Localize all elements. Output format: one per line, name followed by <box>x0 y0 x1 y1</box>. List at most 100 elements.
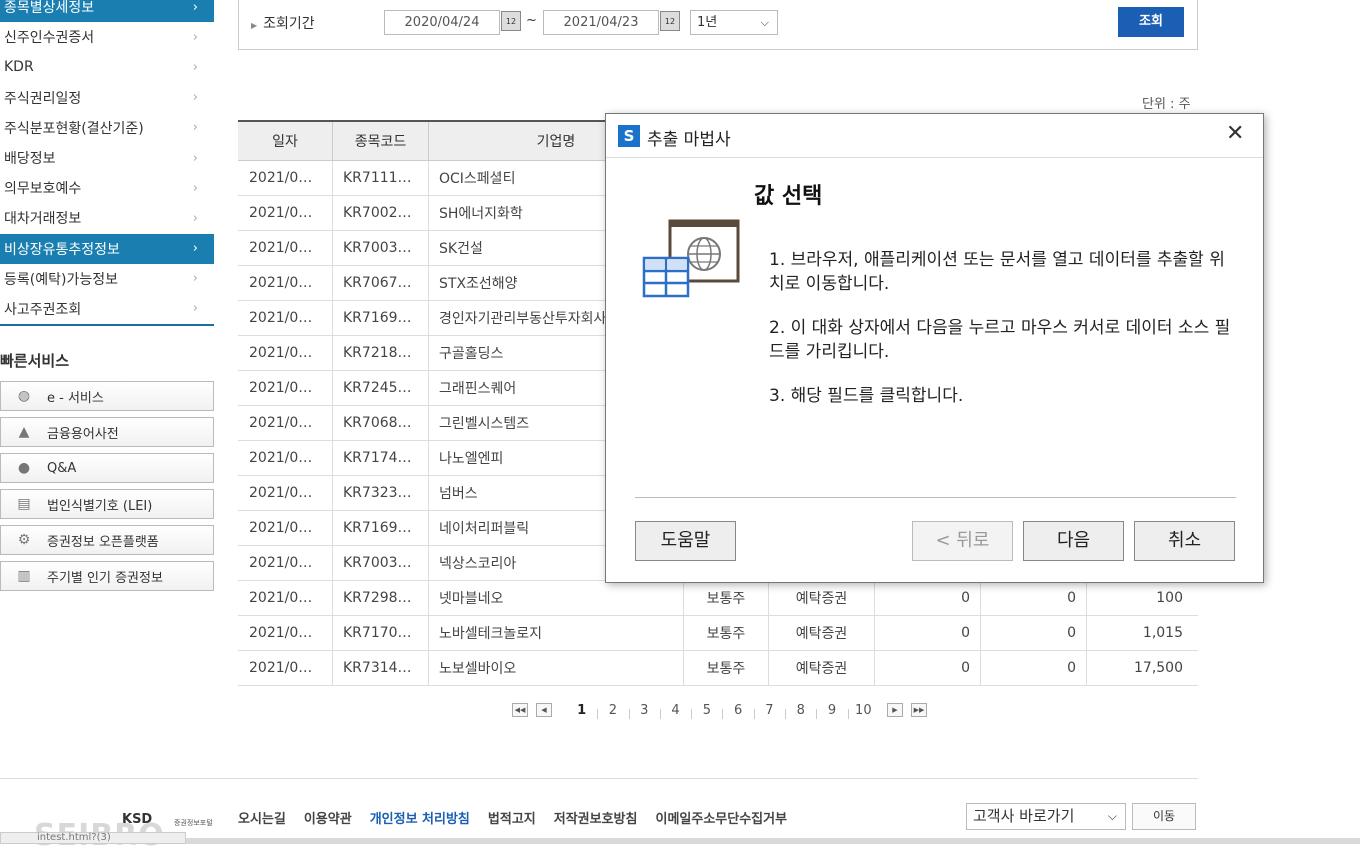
page-number[interactable]: 9 <box>816 703 847 719</box>
status-tab: intest.html?(3) <box>0 832 186 844</box>
next-page-icon[interactable]: ▶ <box>886 703 903 717</box>
quick-lei-button[interactable]: ▤ 법인식별기호 (LEI) <box>0 489 214 519</box>
column-header-code[interactable]: 종목코드 <box>333 122 429 160</box>
back-button[interactable]: < 뒤로 <box>912 521 1013 561</box>
sidebar-item-label: 주식분포현황(결산기준) <box>4 120 144 137</box>
table-cell: KR7170… <box>333 616 429 650</box>
footer-link-copyright[interactable]: 저작권보호방침 <box>554 808 638 827</box>
table-row[interactable]: 2021/0… KR7298… 넷마블네오 보통주 예탁증권 0 0 100 <box>238 581 1198 616</box>
chevron-right-icon: › <box>192 90 198 106</box>
close-icon[interactable]: ✕ <box>1226 122 1244 146</box>
first-page-icon[interactable]: ◀◀ <box>512 703 528 717</box>
table-cell: 2021/0… <box>238 161 333 195</box>
table-row[interactable]: 2021/0… KR7170… 노바셀테크놀로지 보통주 예탁증권 0 0 1,015 <box>238 616 1198 651</box>
page-number[interactable]: 3 <box>628 703 660 719</box>
quick-service-label: e - 서비스 <box>47 390 104 406</box>
period-select[interactable]: 1년 ⌵ <box>690 10 778 35</box>
calendar-icon[interactable]: 12 <box>660 11 680 31</box>
next-button[interactable]: 다음 <box>1023 521 1124 561</box>
footer-link-terms[interactable]: 이용약관 <box>304 808 352 827</box>
end-date-input[interactable]: 2021/04/23 <box>543 10 659 35</box>
quick-service-label: 금융용어사전 <box>47 426 119 442</box>
table-cell: 보통주 <box>684 651 769 685</box>
unit-label: 단위 : 주 <box>1142 97 1191 112</box>
sidebar-item-rights-certificate[interactable]: 신주인수권증서 › <box>0 22 214 52</box>
quick-glossary-button[interactable]: ▲ 금융용어사전 <box>0 417 214 447</box>
sidebar-item-unlisted-trading[interactable]: 비상장유통추정정보 › <box>0 233 214 264</box>
table-cell: KR7314… <box>333 651 429 685</box>
sidebar-item-kdr[interactable]: KDR › <box>0 52 214 82</box>
sidebar-item-lockup[interactable]: 의무보호예수 › <box>0 173 214 203</box>
page-number[interactable]: 7 <box>753 703 785 719</box>
sidebar-menu: 종목별상세정보 › 신주인수권증서 › KDR › 주식권리일정 › 주식분포현… <box>0 0 214 327</box>
sidebar-item-lost-certificate[interactable]: 사고주권조회 › <box>0 294 214 324</box>
chevron-down-icon: ⌵ <box>1107 809 1117 823</box>
footer-link-legal[interactable]: 법적고지 <box>488 808 536 827</box>
column-header-date[interactable]: 일자 <box>238 122 333 160</box>
quick-eservice-button[interactable]: ◍ e - 서비스 <box>0 381 214 411</box>
table-cell[interactable]: 노보셀바이오 <box>429 651 684 685</box>
table-cell: 0 <box>981 651 1087 685</box>
chevron-right-icon: › <box>192 210 198 226</box>
quick-service-label: 주기별 인기 증권정보 <box>47 570 163 586</box>
page-number[interactable]: 1 <box>566 703 597 718</box>
sidebar-item-distribution[interactable]: 주식분포현황(결산기준) › <box>0 113 214 143</box>
search-button[interactable]: 조회 <box>1118 7 1184 37</box>
table-cell: 0 <box>875 651 981 685</box>
table-cell: 0 <box>981 581 1087 615</box>
prev-page-icon[interactable]: ◀ <box>536 703 552 717</box>
quick-qna-button[interactable]: ● Q&A <box>0 453 214 483</box>
sidebar-item-dividend[interactable]: 배당정보 › <box>0 143 214 173</box>
table-cell: 1,015 <box>1142 625 1183 641</box>
cancel-button[interactable]: 취소 <box>1134 521 1235 561</box>
quick-service-title: 빠른서비스 <box>0 352 70 370</box>
footer-link-email-policy[interactable]: 이메일주소무단수집거부 <box>655 808 787 827</box>
table-cell: 2021/0… <box>238 651 333 685</box>
sidebar-item-label: 의무보호예수 <box>4 181 82 198</box>
last-page-icon[interactable]: ▶▶ <box>910 703 927 717</box>
table-cell: KR7003… <box>333 231 429 265</box>
start-date-input[interactable]: 2020/04/24 <box>384 10 500 35</box>
quick-popular-info-button[interactable]: ▥ 주기별 인기 증권정보 <box>0 561 214 591</box>
page-number[interactable]: 6 <box>722 703 753 719</box>
table-cell[interactable]: 노바셀테크놀로지 <box>429 616 684 650</box>
page-number[interactable]: 10 <box>847 703 879 719</box>
table-cell: 0 <box>875 581 981 615</box>
quick-open-platform-button[interactable]: ⚙ 증권정보 오픈플랫폼 <box>0 525 214 555</box>
triangle-right-icon: ▶ <box>251 21 258 30</box>
page-number[interactable]: 5 <box>691 703 722 719</box>
chevron-right-icon: › <box>192 29 198 45</box>
web-table-icon <box>642 219 740 298</box>
api-gear-icon: ⚙ <box>17 532 31 548</box>
date-separator: ~ <box>526 13 537 28</box>
footer-links: 오시는길 이용약관 개인정보 처리방침 법적고지 저작권보호방침 이메일주소무단… <box>238 808 805 827</box>
go-button[interactable]: 이동 <box>1132 803 1196 830</box>
table-cell: 2021/0… <box>238 371 333 405</box>
customer-shortcut-value: 고객사 바로가기 <box>973 807 1075 825</box>
table-cell: 보통주 <box>684 616 769 650</box>
chevron-right-icon: › <box>192 59 198 75</box>
footer-link-directions[interactable]: 오시는길 <box>238 808 286 827</box>
search-panel: ▶ 조회기간 2020/04/24 12 ~ 2021/04/23 12 1년 ⌵… <box>238 0 1198 50</box>
sidebar-item-rights-schedule[interactable]: 주식권리일정 › <box>0 83 214 113</box>
table-row[interactable]: 2021/0… KR7314… 노보셀바이오 보통주 예탁증권 0 0 17,500 <box>238 651 1198 686</box>
footer-link-privacy[interactable]: 개인정보 처리방침 <box>370 808 470 827</box>
table-cell: 2021/0… <box>238 476 333 510</box>
sidebar-item-stock-detail[interactable]: 종목별상세정보 › <box>0 0 214 23</box>
status-bar <box>0 838 1360 844</box>
sidebar-item-lending[interactable]: 대차거래정보 › <box>0 203 214 233</box>
sidebar-item-depositable[interactable]: 등록(예탁)가능정보 › <box>0 264 214 294</box>
page-numbers: 1 2 3 4 5 6 7 8 9 10 <box>566 703 879 719</box>
search-period-label: ▶ 조회기간 <box>251 13 315 33</box>
table-cell[interactable]: 넷마블네오 <box>429 581 684 615</box>
page-number[interactable]: 4 <box>659 703 691 719</box>
page-number[interactable]: 2 <box>597 703 628 719</box>
speech-bubble-icon: ● <box>17 460 31 476</box>
help-button[interactable]: 도움말 <box>635 521 736 561</box>
customer-shortcut-select[interactable]: 고객사 바로가기 ⌵ <box>966 803 1126 830</box>
calendar-icon[interactable]: 12 <box>501 11 521 31</box>
chevron-right-icon: › <box>192 241 198 257</box>
search-period-text: 조회기간 <box>263 16 315 32</box>
page-number[interactable]: 8 <box>785 703 816 719</box>
footer-divider <box>0 778 1198 779</box>
